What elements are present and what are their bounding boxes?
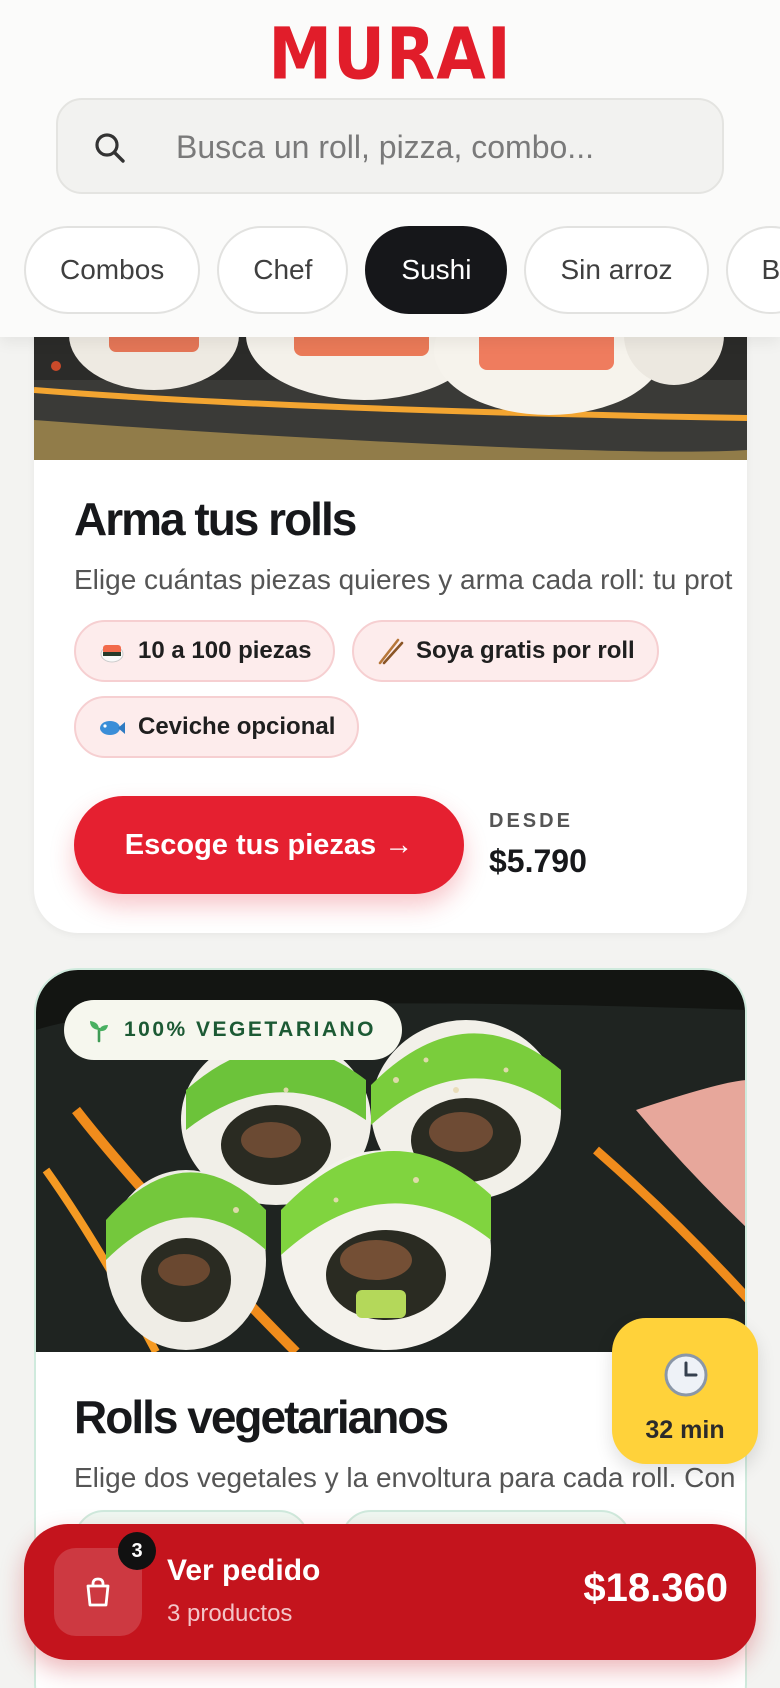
sushi-icon xyxy=(100,645,124,663)
tag-pieces: 10 a 100 piezas xyxy=(74,620,336,682)
shopping-bag-icon xyxy=(86,1577,110,1607)
price-label: DESDE xyxy=(489,810,573,832)
choose-pieces-button[interactable]: Escoge tus piezas → xyxy=(74,796,464,894)
order-total: $18.360 xyxy=(583,1566,728,1610)
tag-soy: Soya gratis por roll xyxy=(352,620,659,682)
top-header: MURAI Combos Chef Sushi Sin arroz B xyxy=(0,0,780,337)
tab-chef[interactable]: Chef xyxy=(217,226,349,314)
tab-sin-arroz[interactable]: Sin arroz xyxy=(524,226,709,314)
tab-sushi[interactable]: Sushi xyxy=(365,226,508,314)
tag-ceviche: Ceviche opcional xyxy=(74,696,360,758)
tag-label: 10 a 100 piezas xyxy=(138,637,312,664)
tag-label: Soya gratis por roll xyxy=(416,637,635,664)
tab-combos[interactable]: Combos xyxy=(24,226,201,314)
delivery-time-label: 32 min xyxy=(645,1416,725,1444)
tag-label: Ceviche opcional xyxy=(138,713,336,740)
delivery-time-widget[interactable]: 32 min xyxy=(612,1318,758,1464)
chopsticks-icon xyxy=(378,638,404,665)
card-description: Elige dos vegetales y la envoltura para … xyxy=(74,1462,736,1493)
order-title: Ver pedido xyxy=(167,1554,321,1587)
product-card-arma-tus-rolls[interactable]: Arma tus rolls Elige cuántas piezas quie… xyxy=(34,240,747,933)
clock-icon xyxy=(664,1353,708,1397)
card-description: Elige cuántas piezas quieres y arma cada… xyxy=(74,564,733,595)
tab-partial[interactable]: B xyxy=(725,226,780,314)
search-icon xyxy=(95,133,125,163)
fish-icon xyxy=(100,721,125,735)
search-bar[interactable] xyxy=(56,98,724,194)
brand-logo[interactable]: MURAI xyxy=(0,14,780,97)
sprout-icon xyxy=(90,1021,108,1043)
category-tabs: Combos Chef Sushi Sin arroz B xyxy=(24,226,780,314)
cart-count-badge: 3 xyxy=(118,1532,156,1570)
order-subtitle: 3 productos xyxy=(167,1600,293,1627)
view-order-bar[interactable]: 3 Ver pedido 3 productos $18.360 xyxy=(24,1524,756,1660)
vegetarian-badge: 100% VEGETARIANO xyxy=(64,1000,402,1060)
card-title: Rolls vegetarianos xyxy=(74,1391,449,1443)
card-title: Arma tus rolls xyxy=(74,493,357,545)
price-value: $5.790 xyxy=(489,843,587,879)
vegetarian-badge-label: 100% VEGETARIANO xyxy=(124,1018,376,1041)
search-input[interactable] xyxy=(176,122,696,172)
